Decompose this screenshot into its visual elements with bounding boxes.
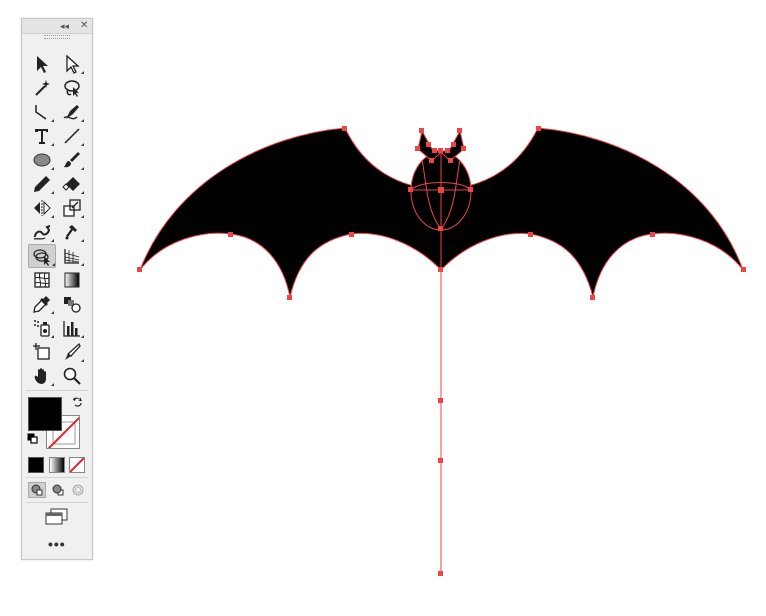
default-fill-stroke-button[interactable] [26, 432, 40, 446]
screen-mode-icon [45, 508, 68, 525]
selection-tool-icon [37, 56, 48, 73]
swap-arrows-icon [73, 397, 82, 407]
gradient-mode-button[interactable] [49, 457, 65, 473]
draw-inside-button[interactable] [69, 482, 87, 498]
perspective-grid-tool[interactable] [60, 245, 84, 267]
eyedropper-tool[interactable] [30, 293, 54, 315]
mesh-tool[interactable] [30, 269, 54, 291]
draw-inside-icon [72, 484, 84, 496]
magic-wand-tool-icon [35, 80, 50, 96]
none-slash-icon [70, 458, 84, 472]
ellipse-tool-icon [33, 153, 51, 167]
type-tool-icon [35, 129, 48, 144]
hand-tool-icon [34, 368, 46, 384]
hand-tool[interactable] [30, 365, 54, 387]
edit-toolbar-more-icon[interactable]: ••• [48, 537, 66, 551]
shape-builder-tool-icon [33, 249, 50, 266]
pen-tool[interactable] [60, 101, 84, 123]
swap-fill-stroke-button[interactable] [68, 394, 86, 410]
reflect-tool-icon [34, 200, 51, 216]
bat-artwork[interactable] [137, 126, 746, 576]
puppet-warp-tool[interactable] [60, 221, 84, 243]
close-panel-icon[interactable]: ✕ [80, 19, 88, 33]
column-graph-tool-icon [63, 321, 80, 337]
symbol-sprayer-tool[interactable] [30, 317, 54, 339]
selection-tool[interactable] [30, 53, 54, 75]
pen-tool-icon [63, 105, 79, 120]
artboard-canvas[interactable] [0, 0, 766, 616]
shape-builder-tool[interactable] [28, 244, 56, 268]
pencil-tool-icon [34, 176, 50, 192]
draw-behind-icon [52, 484, 64, 496]
scale-tool-icon [63, 199, 81, 217]
zoom-tool-icon [63, 367, 81, 385]
anchor-point-tool[interactable] [30, 101, 54, 123]
slice-tool[interactable] [60, 341, 84, 363]
panel-grip[interactable] [44, 35, 70, 39]
toolbar-divider [26, 390, 88, 391]
scale-tool[interactable] [60, 197, 84, 219]
eraser-tool-icon [62, 177, 80, 191]
symbol-sprayer-tool-icon [34, 320, 50, 337]
line-segment-tool[interactable] [60, 125, 84, 147]
column-graph-tool[interactable] [60, 317, 84, 339]
mesh-tool-icon [34, 272, 50, 288]
warp-tool[interactable] [30, 221, 54, 243]
reflect-tool[interactable] [30, 197, 54, 219]
draw-normal-icon [31, 484, 43, 496]
eyedropper-tool-icon [33, 296, 50, 313]
default-colors-icon [27, 433, 38, 444]
lasso-tool[interactable] [60, 77, 84, 99]
eraser-tool[interactable] [60, 173, 84, 195]
ellipse-tool[interactable] [30, 149, 54, 171]
none-mode-button[interactable] [69, 457, 85, 473]
fill-swatch[interactable] [28, 397, 62, 431]
warp-tool-icon [33, 225, 51, 240]
paintbrush-tool-icon [64, 152, 80, 168]
anchor-point-tool-icon [35, 105, 47, 120]
artboard-tool-icon [33, 343, 50, 360]
panel-header[interactable]: ◂◂ ✕ [22, 19, 92, 34]
change-screen-mode-button[interactable] [44, 507, 70, 527]
paintbrush-tool[interactable] [60, 149, 84, 171]
lasso-tool-icon [64, 80, 80, 97]
draw-behind-button[interactable] [49, 482, 67, 498]
tools-panel[interactable]: ◂◂ ✕ ••• [21, 18, 93, 560]
slice-tool-icon [65, 342, 81, 360]
color-mode-button[interactable] [28, 457, 44, 473]
pencil-tool[interactable] [30, 173, 54, 195]
toolbar-divider [26, 477, 88, 478]
type-tool[interactable] [30, 125, 54, 147]
perspective-grid-tool-icon [64, 249, 80, 264]
zoom-tool[interactable] [60, 365, 84, 387]
gradient-tool[interactable] [60, 269, 84, 291]
artboard-tool[interactable] [30, 341, 54, 363]
blend-tool[interactable] [60, 293, 84, 315]
magic-wand-tool[interactable] [30, 77, 54, 99]
blend-tool-icon [64, 297, 81, 313]
toolbar-divider [26, 502, 88, 503]
direct-selection-tool-icon [66, 54, 80, 74]
line-segment-tool-icon [64, 128, 80, 144]
collapse-panel-icon[interactable]: ◂◂ [60, 19, 69, 33]
gradient-tool-icon [64, 272, 80, 288]
draw-normal-button[interactable] [28, 482, 46, 498]
puppet-warp-tool-icon [65, 225, 77, 240]
direct-selection-tool[interactable] [60, 53, 84, 75]
